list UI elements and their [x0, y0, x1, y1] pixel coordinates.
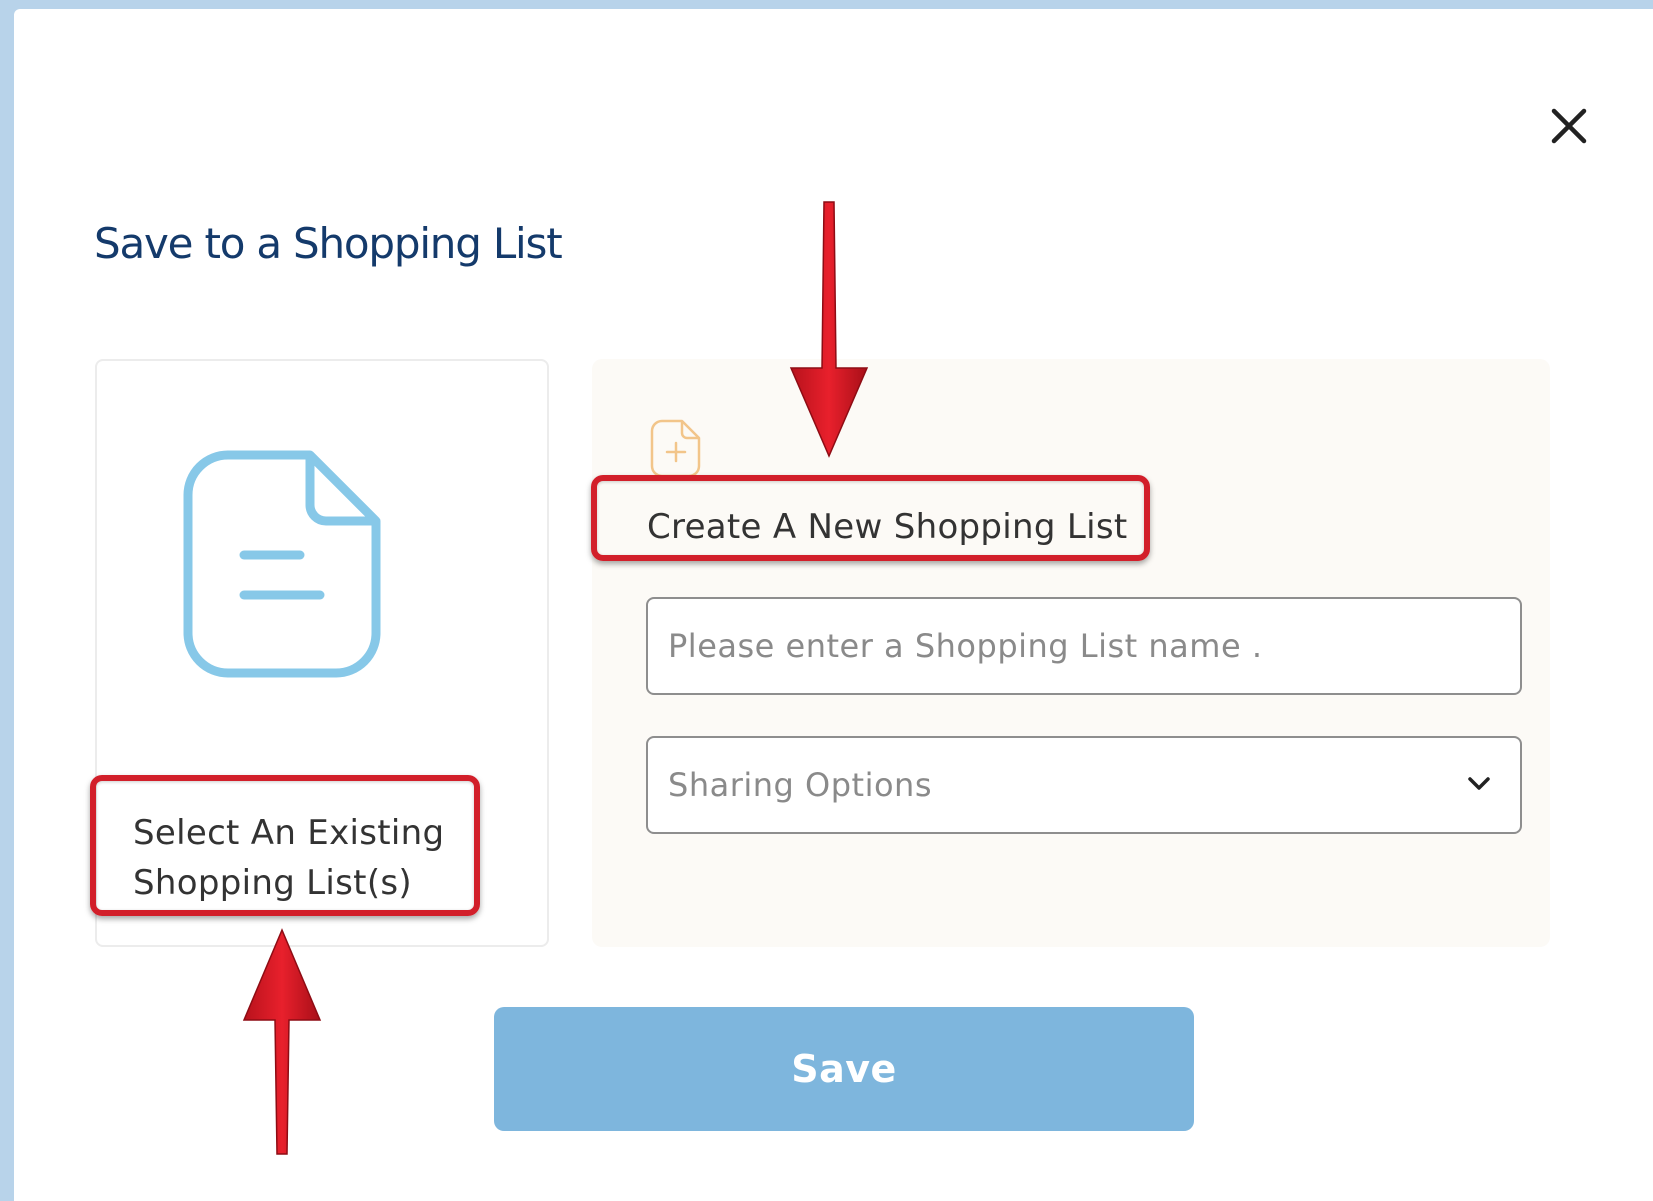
dialog-title: Save to a Shopping List — [94, 219, 563, 268]
chevron-down-icon — [1468, 777, 1490, 790]
select-existing-list-label-line2: Shopping List(s) — [133, 863, 412, 903]
sharing-options-value: Sharing Options — [668, 766, 932, 804]
add-document-icon — [650, 419, 701, 478]
document-icon — [183, 450, 381, 678]
shopping-list-name-input[interactable] — [646, 597, 1522, 695]
save-button[interactable]: Save — [494, 1007, 1194, 1131]
select-existing-list-label-line1: Select An Existing — [133, 813, 445, 853]
select-existing-list-card[interactable]: Select An Existing Shopping List(s) — [95, 359, 549, 947]
select-existing-list-label: Select An Existing Shopping List(s) — [133, 808, 444, 908]
create-new-list-label[interactable]: Create A New Shopping List — [647, 502, 1128, 552]
sharing-options-select[interactable]: Sharing Options — [646, 736, 1522, 834]
close-button[interactable] — [1544, 101, 1594, 151]
save-to-list-dialog: Save to a Shopping List Select An Existi… — [14, 9, 1653, 1201]
create-new-list-panel: Create A New Shopping List Sharing Optio… — [592, 359, 1550, 947]
close-icon — [1551, 108, 1587, 144]
